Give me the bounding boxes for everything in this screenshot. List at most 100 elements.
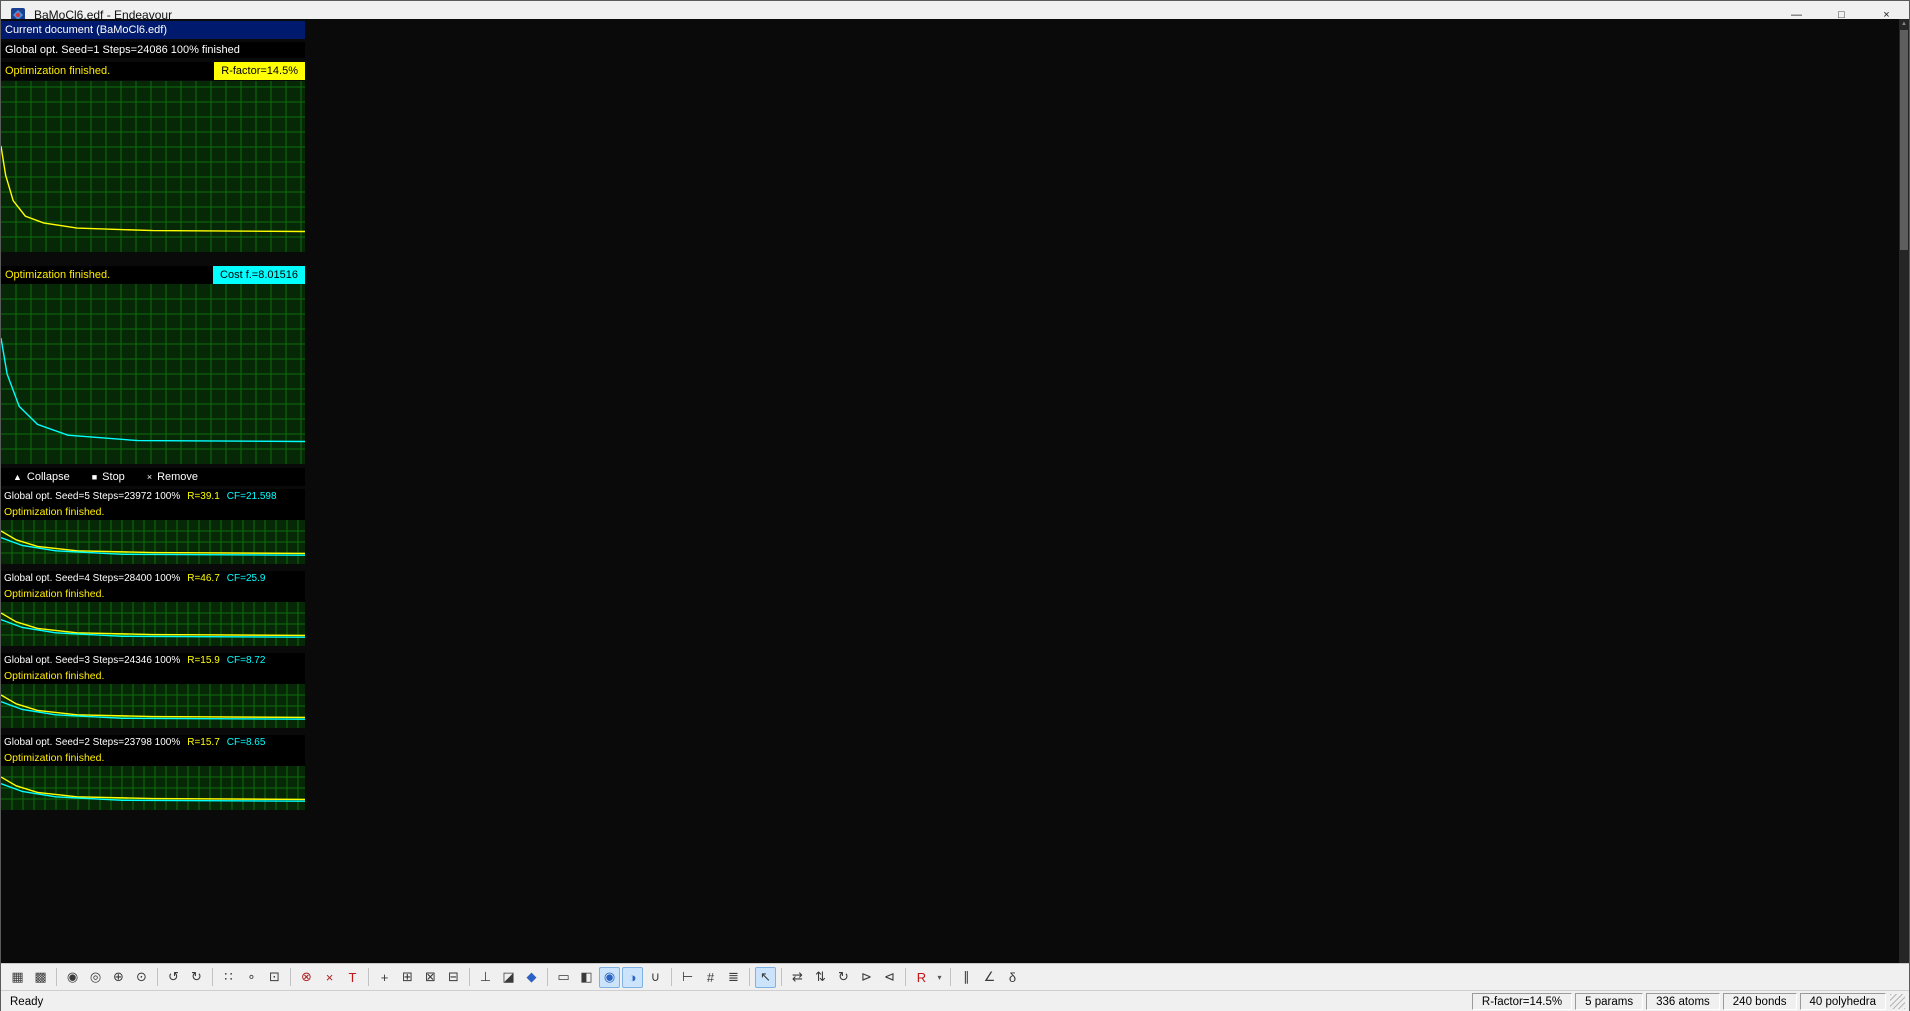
rotate-right-icon[interactable]: ↻ <box>186 967 207 988</box>
molecule-view-icon[interactable]: ∘ <box>241 967 262 988</box>
half-sphere-style-icon[interactable]: ◑ <box>622 967 643 988</box>
job-header: Global opt. Seed=2 Steps=23798 100%R=15.… <box>1 735 305 751</box>
rotate-x-icon[interactable]: ⇄ <box>787 967 808 988</box>
job-header: Global opt. Seed=5 Steps=23972 100%R=39.… <box>1 489 305 505</box>
center-structure-icon[interactable]: ⊙ <box>131 967 152 988</box>
job-status-text: Optimization finished. <box>1 505 305 520</box>
job-r-value: R=46.7 <box>187 571 220 587</box>
show-unit-cell-icon[interactable]: ▦ <box>7 967 28 988</box>
shade-style-icon[interactable]: ◧ <box>576 967 597 988</box>
r-factor-options-arrow-icon[interactable]: ▾ <box>934 967 945 988</box>
add-atom-icon[interactable]: ⊕ <box>108 967 129 988</box>
axes-toggle-icon[interactable]: ⊥ <box>475 967 496 988</box>
job-mini-chart <box>1 602 305 646</box>
toolbar-separator <box>290 968 291 986</box>
stop-button[interactable]: ■Stop <box>92 471 125 483</box>
measure-distance-icon[interactable]: ∥ <box>956 967 977 988</box>
toolbar-separator <box>671 968 672 986</box>
toolbar-separator <box>547 968 548 986</box>
orbit-mode-icon[interactable]: ◎ <box>85 967 106 988</box>
remove-button[interactable]: ×Remove <box>147 471 198 483</box>
bond-arcs-icon[interactable]: ∪ <box>645 967 666 988</box>
progress-buttons-row: ▲Collapse ■Stop ×Remove <box>1 468 305 486</box>
job-r-value: R=39.1 <box>187 489 220 505</box>
status-segment: 5 params <box>1575 993 1643 1010</box>
remove-icon: × <box>147 472 152 482</box>
job-mini-chart <box>1 684 305 728</box>
zoom-out-icon[interactable]: ⊲ <box>879 967 900 988</box>
cost-function-progress-chart <box>1 284 305 464</box>
status-segment: 336 atoms <box>1646 993 1720 1010</box>
lock-positions-icon[interactable]: ◉ <box>62 967 83 988</box>
toolbar-separator <box>749 968 750 986</box>
scroll-up-icon[interactable]: ▲ <box>1899 19 1909 29</box>
status-bar: Ready R-factor=14.5%5 params336 atoms240… <box>1 990 1909 1011</box>
optimization-status-text: Optimization finished. <box>1 266 213 284</box>
toolbar-separator <box>950 968 951 986</box>
scrollbar-thumb[interactable] <box>1900 30 1908 250</box>
toolbar-separator <box>157 968 158 986</box>
toolbar-separator <box>469 968 470 986</box>
job-mini-chart <box>1 520 305 564</box>
status-segment: 240 bonds <box>1723 993 1797 1010</box>
depth-cue-icon[interactable]: ◆ <box>521 967 542 988</box>
toolbar-separator <box>56 968 57 986</box>
job-cf-value: CF=21.598 <box>227 489 277 505</box>
r-factor-display-icon[interactable]: R <box>911 967 932 988</box>
structure-toolbar: ▦▩◉◎⊕⊙↺↻∷∘⊡⊗×T+⊞⊠⊟⊥◪◆▭◧◉◑∪⊢#≣↖⇄⇅↻⊳⊲R▾∥∠δ <box>1 963 1909 990</box>
text-label-icon[interactable]: T <box>342 967 363 988</box>
application-window: BaMoCl6.edf - Endeavour — □ × FileEditVi… <box>0 0 1910 1011</box>
job-cf-value: CF=8.65 <box>227 735 266 751</box>
main-job-header: Global opt. Seed=1 Steps=24086 100% fini… <box>1 42 305 58</box>
cluster-view-icon[interactable]: ∷ <box>218 967 239 988</box>
show-packing-icon[interactable]: ▩ <box>30 967 51 988</box>
delete-selection-icon[interactable]: × <box>319 967 340 988</box>
progress-scrollbar[interactable]: ▲▼ <box>1899 19 1909 1010</box>
sphere-style-icon[interactable]: ◉ <box>599 967 620 988</box>
status-segment: R-factor=14.5% <box>1472 993 1572 1010</box>
select-pointer-icon[interactable]: ↖ <box>755 967 776 988</box>
layers-icon[interactable]: ≣ <box>723 967 744 988</box>
job-r-value: R=15.9 <box>187 653 220 669</box>
current-document-bar: Current document (BaMoCl6.edf) <box>1 21 305 39</box>
toolbar-separator <box>781 968 782 986</box>
grid-toggle-icon[interactable]: # <box>700 967 721 988</box>
job-mini-chart <box>1 766 305 810</box>
expand-view-icon[interactable]: ⊠ <box>420 967 441 988</box>
tile-windows-icon[interactable]: ⊞ <box>397 967 418 988</box>
job-status-text: Optimization finished. <box>1 587 305 602</box>
rotate-left-icon[interactable]: ↺ <box>163 967 184 988</box>
remove-atom-icon[interactable]: ⊗ <box>296 967 317 988</box>
plane-toggle-icon[interactable]: ◪ <box>498 967 519 988</box>
progress-panel-body: Current document (BaMoCl6.edf) Global opt… <box>1 19 1909 1010</box>
resize-grip[interactable] <box>1890 994 1905 1009</box>
r-factor-status-row: Optimization finished.R-factor=14.5% <box>1 62 305 80</box>
job-status-text: Optimization finished. <box>1 669 305 684</box>
measure-angle-icon[interactable]: ∠ <box>979 967 1000 988</box>
job-status-text: Optimization finished. <box>1 751 305 766</box>
toolbar-separator <box>905 968 906 986</box>
rotate-y-icon[interactable]: ⇅ <box>810 967 831 988</box>
toolbar-separator <box>368 968 369 986</box>
job-header: Global opt. Seed=3 Steps=24346 100%R=15.… <box>1 653 305 669</box>
status-segments: R-factor=14.5%5 params336 atoms240 bonds… <box>1469 993 1886 1010</box>
cage-view-icon[interactable]: ⊡ <box>264 967 285 988</box>
toolbar-separator <box>212 968 213 986</box>
rotate-z-icon[interactable]: ↻ <box>833 967 854 988</box>
cost-function-badge: Cost f.=8.01516 <box>213 266 305 284</box>
r-factor-badge: R-factor=14.5% <box>214 62 305 80</box>
measure-torsion-icon[interactable]: δ <box>1002 967 1023 988</box>
job-cf-value: CF=8.72 <box>227 653 266 669</box>
reduce-view-icon[interactable]: ⊟ <box>443 967 464 988</box>
cost-status-row: Optimization finished.Cost f.=8.01516 <box>1 266 305 284</box>
job-r-value: R=15.7 <box>187 735 220 751</box>
move-tool-icon[interactable]: + <box>374 967 395 988</box>
axis-system-icon[interactable]: ⊢ <box>677 967 698 988</box>
structure-solution-progress-panel: Structure Solution Progress × Current do… <box>1 1 317 883</box>
job-header: Global opt. Seed=4 Steps=28400 100%R=46.… <box>1 571 305 587</box>
wire-frame-icon[interactable]: ▭ <box>553 967 574 988</box>
status-segment: 40 polyhedra <box>1800 993 1887 1010</box>
r-factor-progress-chart <box>1 81 305 252</box>
zoom-in-icon[interactable]: ⊳ <box>856 967 877 988</box>
collapse-button[interactable]: ▲Collapse <box>13 471 70 483</box>
